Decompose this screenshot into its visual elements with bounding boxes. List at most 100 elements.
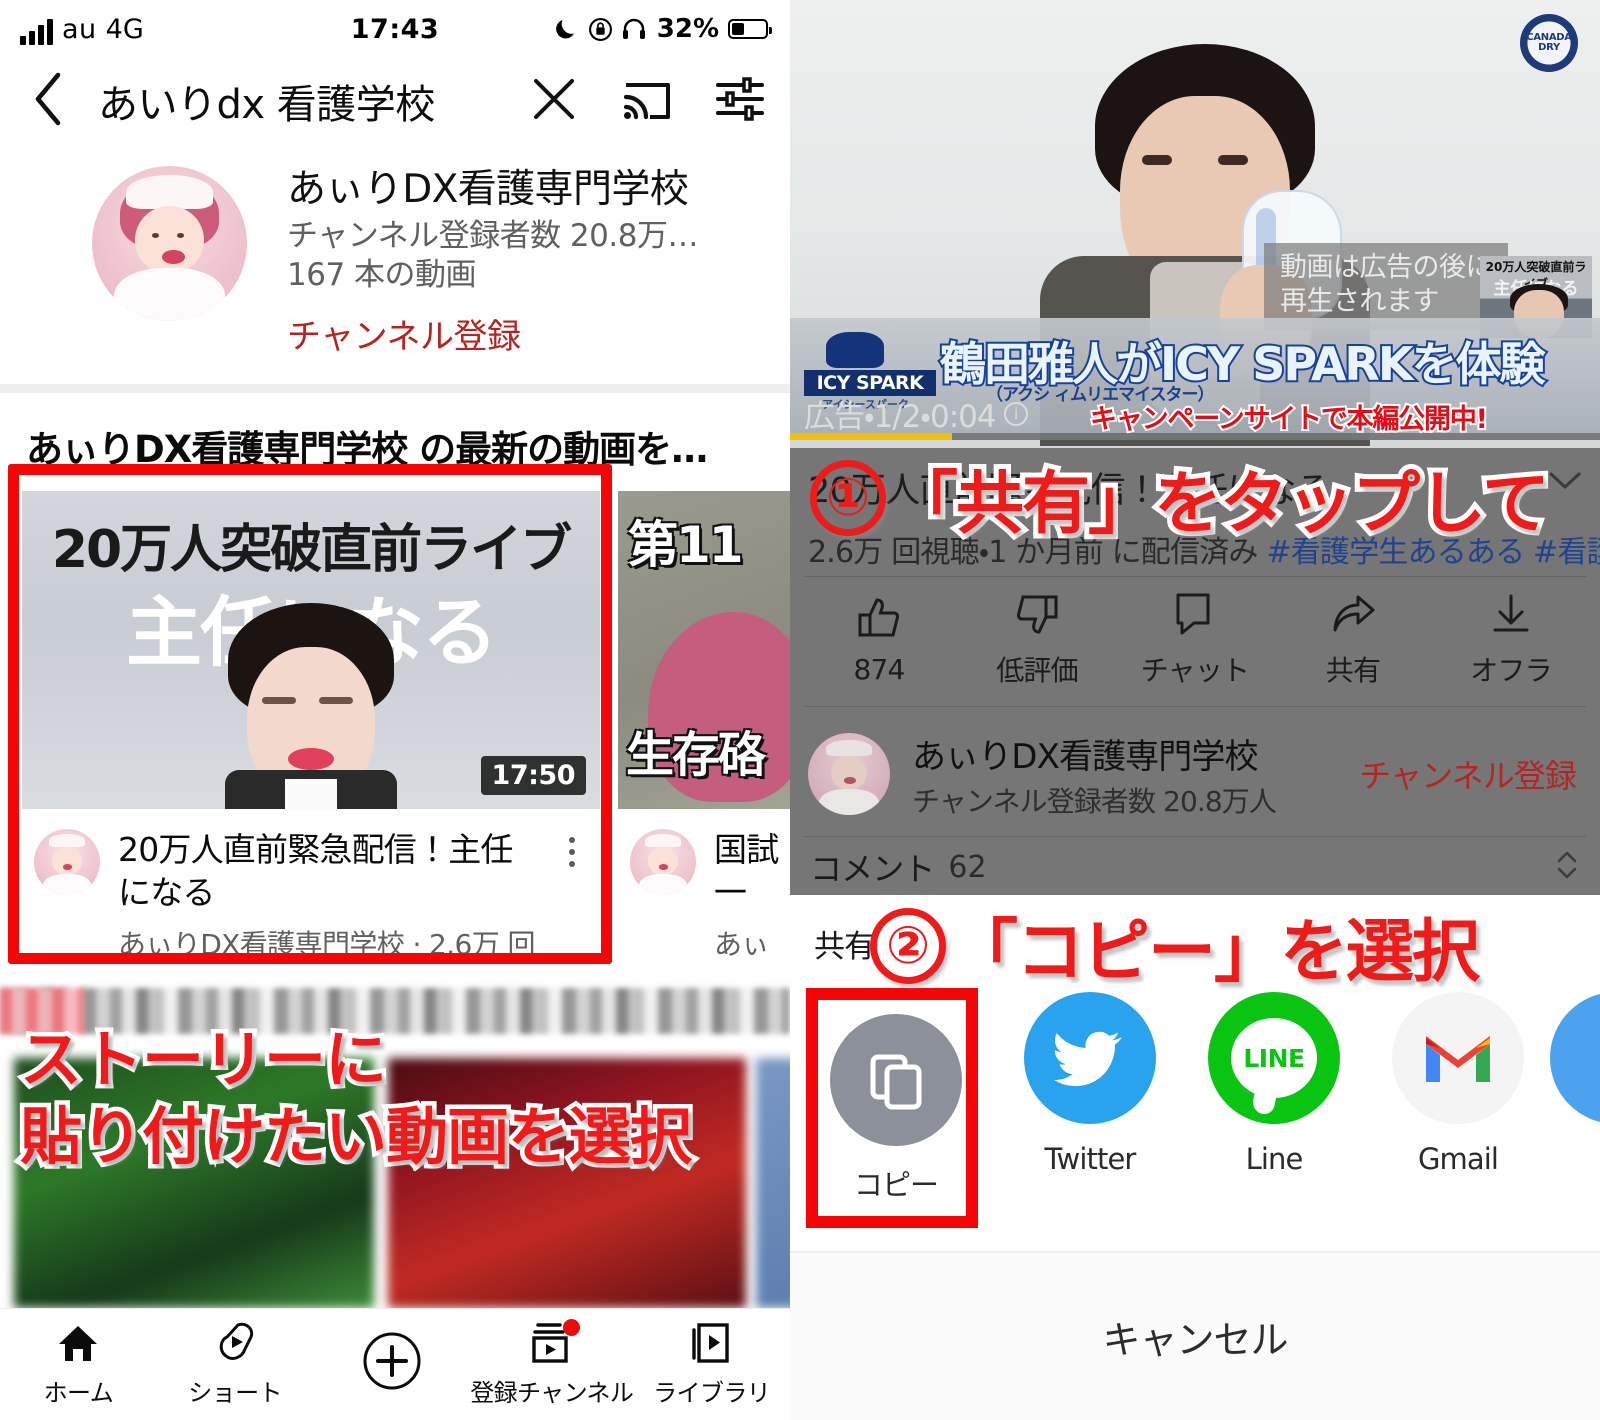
home-icon [56, 1321, 100, 1365]
tab-shorts[interactable]: ショート [157, 1321, 314, 1408]
ad-status-row: 広告・1/2・0:04 i [804, 391, 1028, 436]
share-button[interactable]: 共有 [1274, 591, 1432, 689]
channel-subscriber-count: チャンネル登録者数 20.8万人 [912, 784, 1277, 818]
annotation-line-2: 貼り付けたい動画を選択 [15, 1095, 696, 1177]
ad-status-label: 広告・1/2・0:04 [804, 399, 997, 435]
gmail-icon [1392, 992, 1524, 1124]
canada-dry-logo-icon: CANADA DRY [1520, 14, 1578, 72]
tab-create[interactable] [313, 1332, 470, 1391]
status-bar: au 4G 17:43 32% [0, 0, 790, 58]
channel-video-count: 167 本の動画 [287, 256, 477, 293]
thumbnail-subhead: 生存硌 [626, 726, 766, 783]
info-icon[interactable]: i [1003, 401, 1028, 426]
thumbnail-person-graphic [217, 602, 405, 809]
ad-banner[interactable]: ICY SPARK アイシースパーク 鶴田雅人がICY SPARKを体験 （アク… [790, 318, 1600, 440]
blurred-thumbnail [756, 1058, 790, 1308]
battery-percent-label: 32% [656, 14, 719, 44]
video-card-meta: 20万人直前緊急配信！主任になる あぃりDX看護専門学校 · 2.6万 回… [22, 809, 600, 983]
share-target-line[interactable]: LINE Line [1182, 992, 1366, 1176]
video-subtitle: あぃりDX看護専門学校 · 2.6万 回… [118, 927, 536, 961]
cancel-button[interactable]: キャンセル [790, 1253, 1600, 1420]
screenshot-root: au 4G 17:43 32% あいりdx 看護学校 あぃりDX看護専門学校 チ… [0, 0, 1600, 1420]
share-target-twitter[interactable]: Twitter [998, 992, 1182, 1176]
video-title-line2: 一 [714, 872, 747, 912]
share-target-more[interactable] [1550, 992, 1600, 1142]
annotation-line-1: ストーリーに [15, 1019, 391, 1101]
annotation-step-2: ② 「コピー」を選択 [870, 896, 1485, 997]
channel-header[interactable]: あぃりDX看護専門学校 チャンネル登録者数 20.8万… 167 本の動画 チャ… [0, 144, 790, 384]
channel-avatar[interactable] [808, 733, 890, 815]
share-target-label: Gmail [1417, 1142, 1499, 1176]
headphones-icon [622, 18, 645, 39]
page-title: あいりdx 看護学校 [98, 82, 435, 128]
video-duration-badge: 17:50 [480, 755, 586, 795]
share-target-gmail[interactable]: Gmail [1366, 992, 1550, 1176]
thumb-down-icon [1014, 591, 1060, 637]
ad-notice-line-2: 再生されます [1280, 286, 1440, 318]
more-options-icon[interactable] [554, 829, 590, 963]
tab-label: ホーム [43, 1379, 114, 1407]
copy-icon [830, 1014, 962, 1146]
channel-name: あぃりDX看護専門学校 [912, 736, 1258, 777]
comments-count: 62 [948, 849, 987, 885]
cancel-label: キャンセル [1102, 1318, 1288, 1362]
video-thumbnail[interactable]: 20万人突破直前ライブ 主任になる 17:50 [22, 490, 600, 809]
offline-label: オフラ [1470, 654, 1552, 687]
dislike-button[interactable]: 低評価 [958, 591, 1116, 689]
playback-progress-bar[interactable] [790, 433, 1600, 440]
like-button[interactable]: 874 [800, 595, 958, 686]
copy-option-overlay[interactable]: コピー [822, 1000, 970, 1216]
ad-playback-notice: 動画は広告の後に 再生されます [1264, 242, 1508, 330]
annotation-text: 「共有」をタップして [885, 460, 1555, 549]
video-card[interactable]: 第11 生存硌 国試 一 あぃ [618, 490, 790, 983]
video-channel-avatar[interactable] [630, 828, 696, 895]
step-number-badge: ② [870, 907, 946, 984]
sliders-icon[interactable] [714, 76, 766, 126]
chat-button[interactable]: チャット [1116, 591, 1274, 689]
tab-subscriptions[interactable]: 登録チャンネル [470, 1319, 634, 1408]
line-icon: LINE [1208, 992, 1340, 1124]
cast-icon[interactable] [620, 75, 674, 127]
chat-label: チャット [1140, 654, 1250, 687]
video-card[interactable]: 20万人突破直前ライブ 主任になる 17:50 20万人直前緊急配信！主任になる [22, 490, 600, 983]
shelf-title: あぃりDX看護専門学校 の最新の動画を… [26, 427, 708, 471]
video-channel-row[interactable]: あぃりDX看護専門学校 チャンネル登録者数 20.8万人 チャンネル登録 [790, 712, 1600, 836]
download-icon [1489, 591, 1533, 637]
twitter-bird-icon [1024, 992, 1156, 1124]
tab-label: ライブラリ [653, 1379, 771, 1407]
subscriptions-icon [528, 1319, 580, 1365]
divider [804, 836, 1586, 837]
video-channel-avatar[interactable] [34, 828, 100, 895]
download-offline-button[interactable]: オフラ [1432, 591, 1590, 689]
shorts-icon [212, 1321, 258, 1365]
video-player[interactable]: CANADADRY 動画は広告の後に 再生されます 20万人突破直前ライブ 主任… [790, 0, 1600, 448]
tab-home[interactable]: ホーム [0, 1321, 157, 1408]
subscribe-button[interactable]: チャンネル登録 [287, 309, 698, 358]
subscribe-button[interactable]: チャンネル登録 [1359, 751, 1582, 797]
channel-name: あぃりDX看護専門学校 [287, 167, 689, 212]
video-text-block: 国試 一 あぃ [714, 829, 788, 963]
channel-meta: あぃりDX看護専門学校 チャンネル登録者数 20.8万… 167 本の動画 チャ… [287, 166, 698, 358]
share-target-label: Twitter [1044, 1142, 1137, 1176]
video-shelf-row: 20万人突破直前ライブ 主任になる 17:50 20万人直前緊急配信！主任になる [0, 490, 790, 983]
step-number-badge: ① [810, 459, 886, 536]
library-icon [689, 1321, 735, 1365]
comments-section-header[interactable]: コメント 62 [790, 838, 1600, 896]
back-button[interactable] [30, 71, 72, 131]
share-icon [1329, 591, 1377, 637]
video-thumbnail[interactable]: 第11 生存硌 [618, 490, 790, 809]
video-action-row: 874 低評価 チャット 共有 オフラ [790, 578, 1600, 702]
share-target-label: Line [1245, 1142, 1304, 1176]
channel-avatar [92, 166, 247, 321]
app-top-bar: あいりdx 看護学校 [0, 58, 790, 144]
chevron-expand-icon[interactable] [1554, 848, 1580, 886]
tab-library[interactable]: ライブラリ [633, 1321, 790, 1408]
chat-icon [1173, 591, 1217, 637]
video-title: 国試 [714, 829, 779, 869]
close-icon[interactable] [528, 73, 580, 129]
video-subtitle: あぃ [714, 927, 769, 961]
video-card-meta: 国試 一 あぃ [618, 809, 790, 983]
chevron-down-icon[interactable] [1548, 470, 1582, 496]
annotation-text: 「コピー」を選択 [945, 908, 1485, 997]
rotation-lock-icon [588, 17, 612, 41]
